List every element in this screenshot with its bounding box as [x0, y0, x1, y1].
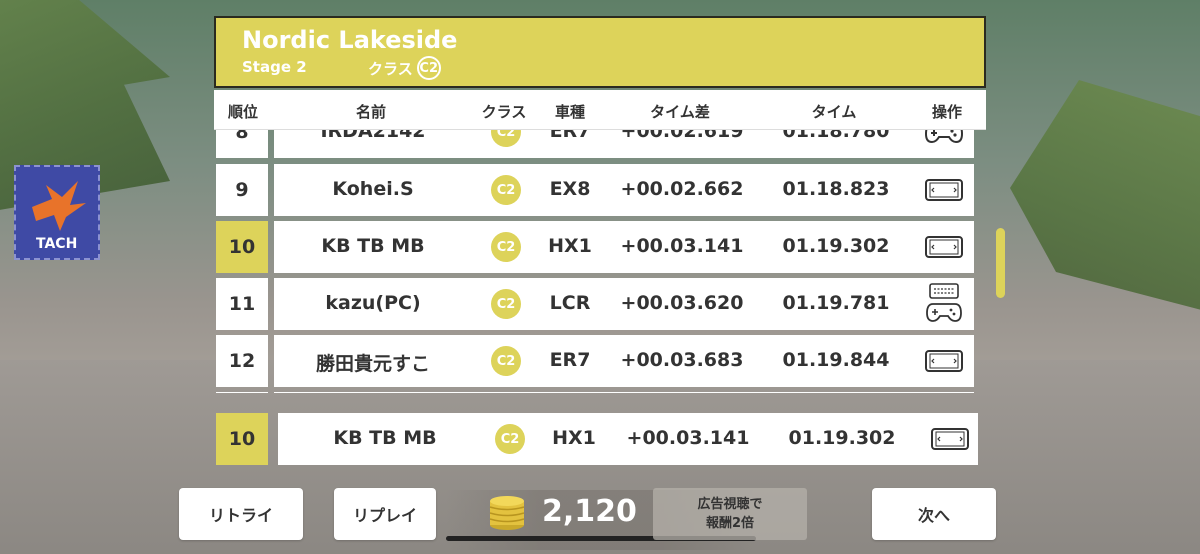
- class-badge: C2: [495, 424, 525, 454]
- lap-time: 01.19.781: [782, 292, 890, 314]
- rank-cell: 11: [216, 278, 268, 330]
- stage-number: Stage 2: [242, 58, 307, 76]
- player-name: KB TB MB: [321, 235, 425, 257]
- time-diff: +00.03.620: [620, 292, 744, 314]
- lap-time: 01.18.823: [782, 178, 890, 200]
- phone-icon: [925, 350, 963, 372]
- class-badge: C2: [491, 289, 521, 319]
- car-model: LCR: [549, 292, 591, 314]
- lap-time: 01.19.302: [788, 427, 896, 449]
- class-label: クラス: [368, 59, 413, 78]
- results-header: Nordic Lakeside Stage 2 クラス C2: [214, 16, 986, 88]
- leaderboard-scrollbar[interactable]: [996, 228, 1005, 298]
- flag-label: TACH: [36, 236, 78, 252]
- player-name: Kohei.S: [332, 178, 414, 200]
- rank-cell-empty: [216, 392, 268, 393]
- col-control: 操作: [931, 103, 963, 121]
- col-name: 名前: [355, 103, 387, 121]
- watch-ad-double-reward-button[interactable]: 広告視聴で 報酬2倍: [653, 488, 807, 540]
- class-badge-text: C2: [496, 130, 516, 140]
- keyboard-gamepad-icon: [926, 283, 962, 322]
- phone-icon: [931, 428, 969, 450]
- row-body: [274, 392, 974, 393]
- class-badge: C2: [491, 346, 521, 376]
- row-body: Kohei.S C2 EX8 +00.02.662 01.18.823: [274, 164, 974, 216]
- class-badge: C2: [416, 56, 441, 80]
- tree-right-background: [1010, 80, 1200, 320]
- column-headers: 順位 名前 クラス 車種 タイム差 タイム 操作: [214, 90, 986, 130]
- class-badge-text: C2: [419, 60, 438, 76]
- class-badge-text: C2: [496, 239, 516, 255]
- time-diff: +00.03.683: [620, 349, 744, 371]
- my-row-body: KB TB MB C2 HX1 +00.03.141 01.19.302: [278, 413, 978, 465]
- class-badge: C2: [491, 175, 521, 205]
- stage-name: Nordic Lakeside: [242, 26, 458, 54]
- row-body: 勝田貴元すこ C2 ER7 +00.03.683 01.19.844: [274, 335, 974, 387]
- class-badge-text: C2: [500, 431, 520, 447]
- class-indicator: クラス C2: [368, 56, 441, 80]
- retry-button[interactable]: リトライ: [179, 488, 303, 540]
- col-car: 車種: [554, 103, 586, 121]
- ad-button-line1: 広告視聴で: [697, 497, 763, 512]
- player-name: IRDA2142: [320, 130, 426, 142]
- lap-time: 01.19.302: [782, 235, 890, 257]
- col-time-diff: タイム差: [650, 103, 710, 121]
- lap-time: 01.19.844: [782, 349, 890, 371]
- row-body: KB TB MB C2 HX1 +00.03.141 01.19.302: [274, 221, 974, 273]
- time-diff: +00.02.662: [620, 178, 744, 200]
- phone-icon: [925, 236, 963, 258]
- car-model: ER7: [549, 130, 591, 142]
- time-diff: +00.02.619: [620, 130, 744, 142]
- next-button[interactable]: 次へ: [872, 488, 996, 540]
- rank-cell: 12: [216, 335, 268, 387]
- ad-button-line2: 報酬2倍: [705, 516, 755, 531]
- coin-amount: 2,120: [542, 494, 637, 529]
- gamepad-icon: [924, 130, 964, 144]
- rank-cell: 8: [216, 130, 268, 158]
- replay-button[interactable]: リプレイ: [334, 488, 436, 540]
- time-diff: +00.03.141: [620, 235, 744, 257]
- player-name: KB TB MB: [333, 427, 437, 449]
- coin-stack-icon: [489, 496, 525, 530]
- car-model: HX1: [552, 427, 596, 449]
- class-badge-text: C2: [496, 182, 516, 198]
- phone-icon: [925, 179, 963, 201]
- col-time: タイム: [811, 103, 857, 121]
- tach-logo-icon: [32, 181, 86, 231]
- my-rank-cell: 10: [216, 413, 268, 465]
- lap-time: 01.18.780: [782, 130, 890, 142]
- class-badge-text: C2: [496, 353, 516, 369]
- row-body: kazu(PC) C2 LCR +00.03.620 01.19.781: [274, 278, 974, 330]
- class-badge: C2: [491, 130, 521, 147]
- time-diff: +00.03.141: [626, 427, 750, 449]
- rank-cell: 10: [216, 221, 268, 273]
- col-rank: 順位: [227, 103, 259, 121]
- class-badge: C2: [491, 232, 521, 262]
- row-body: IRDA2142 C2 ER7 +00.02.619 01.18.780: [274, 130, 974, 158]
- player-name: 勝田貴元すこ: [315, 353, 431, 375]
- leaderboard-list[interactable]: 8 IRDA2142 C2 ER7 +00.02.619 01.18.780 9…: [214, 130, 986, 393]
- car-model: HX1: [548, 235, 592, 257]
- col-class: クラス: [481, 103, 527, 121]
- tach-flag: TACH: [14, 165, 100, 260]
- player-name: kazu(PC): [325, 292, 421, 314]
- car-model: ER7: [549, 349, 591, 371]
- class-badge-text: C2: [496, 296, 516, 312]
- rank-cell: 9: [216, 164, 268, 216]
- car-model: EX8: [549, 178, 591, 200]
